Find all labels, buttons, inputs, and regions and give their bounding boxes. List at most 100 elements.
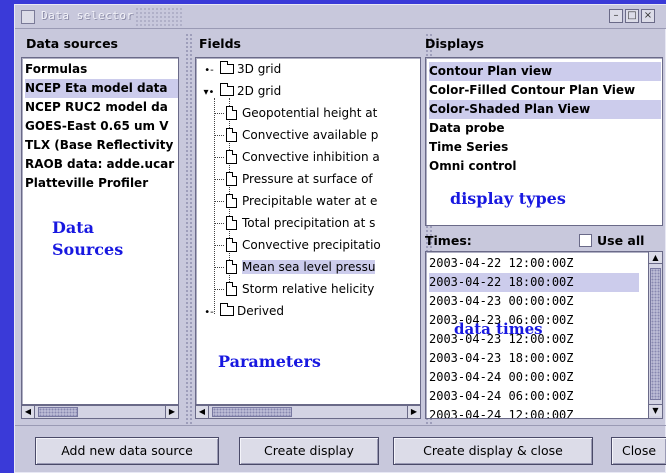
data-source-item[interactable]: GOES-East 0.65 um V	[25, 117, 178, 136]
hscroll-thumb[interactable]	[38, 407, 78, 417]
window-title: Data selector	[41, 9, 134, 22]
scroll-up-icon[interactable]: ▲	[649, 252, 662, 264]
scroll-down-icon[interactable]: ▼	[649, 404, 662, 416]
tree-item-label: Storm relative helicity	[242, 282, 375, 296]
tree-leaf[interactable]: Convective available p	[214, 125, 378, 145]
document-icon	[226, 128, 237, 142]
maximize-icon[interactable]: □	[625, 9, 639, 23]
document-icon	[226, 282, 237, 296]
tree-guide	[214, 245, 224, 246]
create-display-close-button[interactable]: Create display & close	[393, 437, 593, 465]
document-icon	[226, 238, 237, 252]
tree-guide	[214, 267, 224, 268]
tree-item-label: Convective precipitatio	[242, 238, 381, 252]
time-item[interactable]: 2003-04-24 00:00:00Z	[429, 368, 639, 387]
tree-guide	[214, 157, 224, 158]
fields-hscroll[interactable]: ◀ ▶	[195, 405, 421, 419]
tree-leaf[interactable]: Convective precipitatio	[214, 235, 381, 255]
time-item[interactable]: 2003-04-23 18:00:00Z	[429, 349, 639, 368]
display-type-item[interactable]: Color-Filled Contour Plan View	[429, 81, 661, 100]
tree-folder[interactable]: ▾• 2D grid	[200, 81, 281, 101]
tree-expand-icon[interactable]: •‑	[200, 61, 218, 81]
tree-guide	[214, 98, 215, 314]
times-list[interactable]: 2003-04-22 12:00:00Z 2003-04-22 18:00:00Z…	[425, 251, 663, 419]
tree-guide	[214, 113, 224, 114]
data-selector-window: Data selector – □ × Data sources Formula…	[14, 4, 666, 473]
tree-guide	[214, 289, 224, 290]
tree-item-label: Geopotential height at	[242, 106, 378, 120]
folder-icon	[220, 61, 234, 74]
display-type-item[interactable]: Omni control	[429, 157, 661, 176]
folder-icon	[220, 83, 234, 96]
scroll-left-icon[interactable]: ◀	[22, 406, 35, 418]
data-source-item[interactable]: NCEP Eta model data	[25, 79, 178, 98]
parameters-annotation: Parameters	[218, 352, 321, 371]
tree-leaf[interactable]: Total precipitation at s	[214, 213, 375, 233]
data-times-annotation: data times	[454, 320, 543, 338]
fields-tree[interactable]: •‑ 3D grid ▾• 2D grid Geopotential height at…	[195, 57, 421, 405]
data-sources-annotation-2: Sources	[52, 240, 124, 259]
tree-leaf[interactable]: Convective inhibition a	[214, 147, 380, 167]
data-sources-header: Data sources	[26, 36, 118, 51]
hscroll-thumb[interactable]	[212, 407, 292, 417]
title-bar-grip	[135, 7, 183, 27]
folder-icon	[220, 303, 234, 316]
data-sources-annotation-1: Data	[52, 218, 94, 237]
create-display-button[interactable]: Create display	[239, 437, 379, 465]
scroll-right-icon[interactable]: ▶	[407, 406, 420, 418]
time-item[interactable]: 2003-04-24 06:00:00Z	[429, 387, 639, 406]
panel-splitter-1[interactable]	[185, 33, 193, 425]
tree-collapse-icon[interactable]: ▾•	[200, 83, 218, 103]
close-icon[interactable]: ×	[641, 9, 655, 23]
tree-leaf[interactable]: Precipitable water at e	[214, 191, 378, 211]
tree-item-label: Pressure at surface of	[242, 172, 373, 186]
tree-expand-icon[interactable]: •‑	[200, 303, 218, 323]
time-item[interactable]: 2003-04-22 12:00:00Z	[429, 254, 639, 273]
display-type-item[interactable]: Color-Shaded Plan View	[429, 100, 661, 119]
tree-item-label: Precipitable water at e	[242, 194, 378, 208]
tree-item-label: Mean sea level pressu	[242, 260, 376, 274]
tree-item-label: Derived	[237, 304, 284, 318]
data-source-item[interactable]: NCEP RUC2 model da	[25, 98, 178, 117]
tree-leaf[interactable]: Mean sea level pressu	[214, 257, 376, 277]
data-source-item[interactable]: TLX (Base Reflectivity	[25, 136, 178, 155]
tree-folder[interactable]: •‑ Derived	[200, 301, 284, 321]
tree-item-label: 2D grid	[237, 84, 282, 98]
use-all-checkbox[interactable]	[579, 234, 592, 247]
time-item[interactable]: 2003-04-24 12:00:00Z	[429, 406, 639, 418]
display-type-item[interactable]: Contour Plan view	[429, 62, 661, 81]
data-sources-hscroll[interactable]: ◀ ▶	[21, 405, 179, 419]
tree-leaf[interactable]: Geopotential height at	[214, 103, 378, 123]
time-item[interactable]: 2003-04-23 00:00:00Z	[429, 292, 639, 311]
add-data-source-button[interactable]: Add new data source	[35, 437, 219, 465]
display-type-item[interactable]: Data probe	[429, 119, 661, 138]
display-types-annotation: display types	[450, 189, 566, 208]
window-menu-icon[interactable]	[21, 10, 35, 24]
data-source-item[interactable]: Platteville Profiler	[25, 174, 178, 193]
tree-leaf[interactable]: Pressure at surface of	[214, 169, 373, 189]
tree-guide	[214, 223, 224, 224]
close-button[interactable]: Close	[611, 437, 666, 465]
document-icon	[226, 216, 237, 230]
title-bar[interactable]: Data selector – □ ×	[15, 5, 666, 29]
scroll-left-icon[interactable]: ◀	[196, 406, 209, 418]
use-all-label[interactable]: Use all	[597, 233, 644, 248]
displays-header: Displays	[425, 36, 484, 51]
scroll-right-icon[interactable]: ▶	[165, 406, 178, 418]
minimize-icon[interactable]: –	[609, 9, 623, 23]
tree-leaf[interactable]: Storm relative helicity	[214, 279, 375, 299]
fields-header: Fields	[199, 36, 241, 51]
tree-folder[interactable]: •‑ 3D grid	[200, 59, 281, 79]
vscroll-thumb[interactable]	[650, 268, 661, 400]
times-header: Times:	[425, 233, 472, 248]
displays-list[interactable]: Contour Plan view Color-Filled Contour Pl…	[425, 57, 663, 226]
times-vscroll[interactable]: ▲ ▼	[648, 252, 662, 418]
data-sources-list[interactable]: Formulas NCEP Eta model data NCEP RUC2 mod…	[21, 57, 179, 405]
data-source-item[interactable]: Formulas	[25, 60, 178, 79]
document-icon	[226, 260, 237, 274]
display-type-item[interactable]: Time Series	[429, 138, 661, 157]
data-source-item[interactable]: RAOB data: adde.ucar	[25, 155, 178, 174]
time-item[interactable]: 2003-04-22 18:00:00Z	[429, 273, 639, 292]
button-bar-divider	[15, 425, 666, 426]
document-icon	[226, 106, 237, 120]
